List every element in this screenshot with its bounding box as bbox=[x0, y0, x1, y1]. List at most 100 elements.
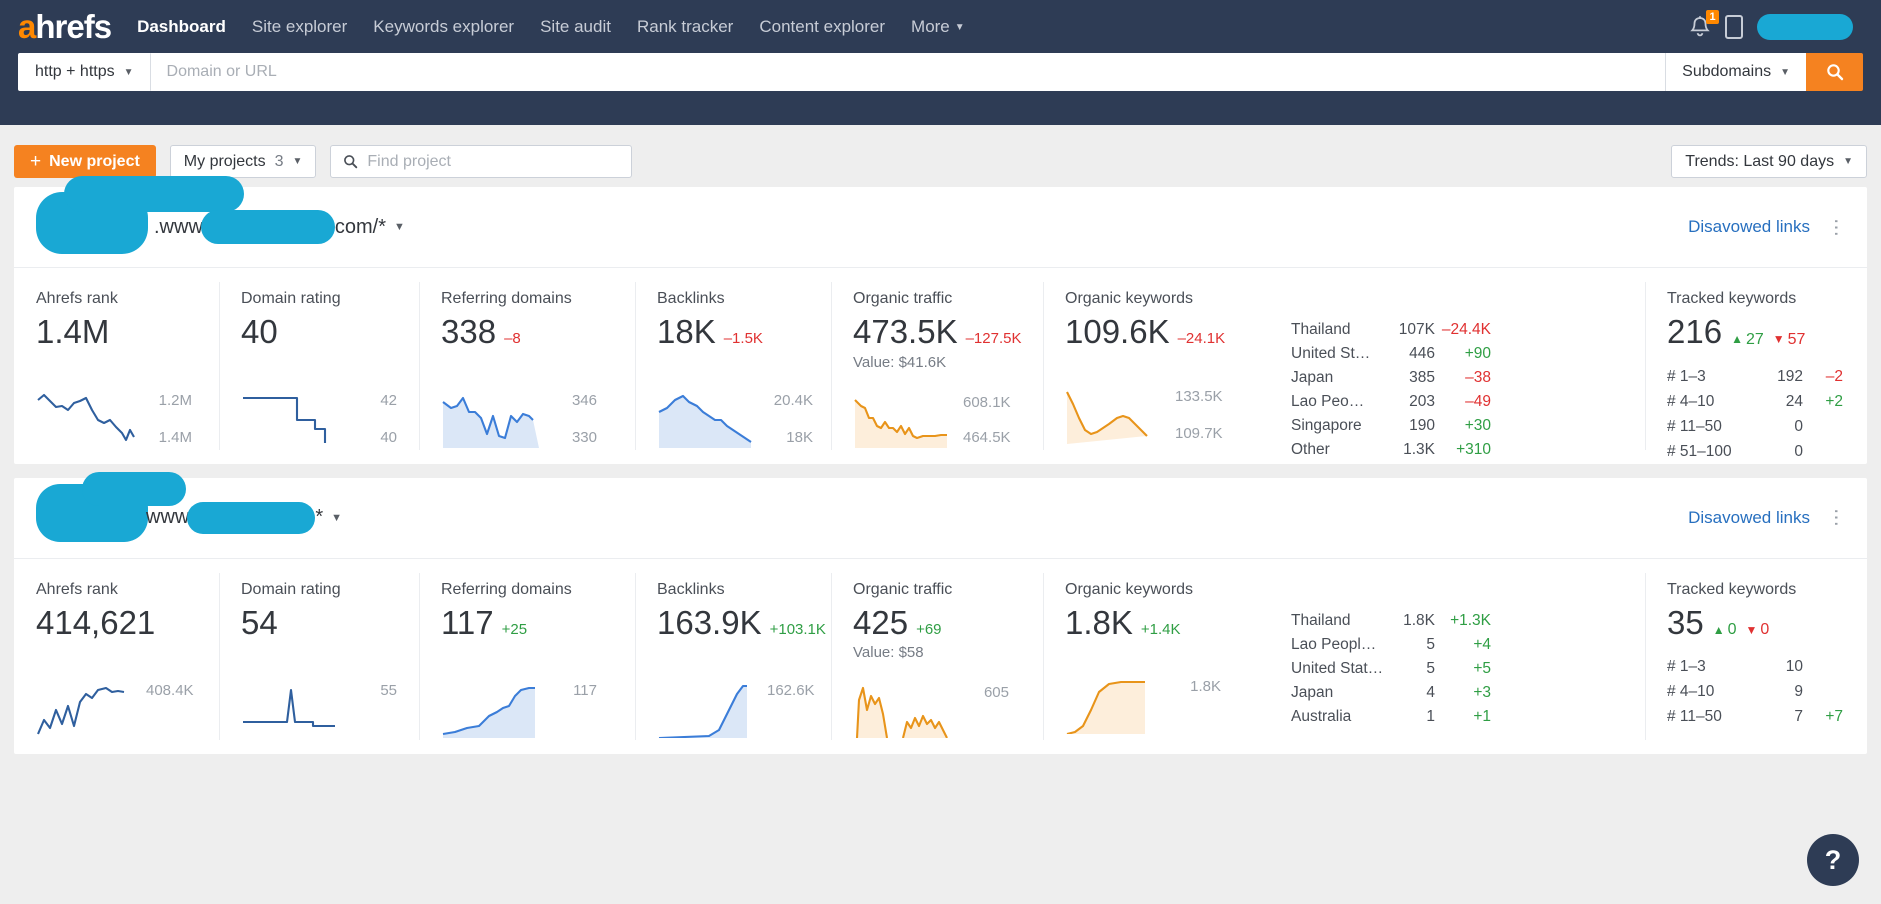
sparkline-organic-traffic bbox=[853, 392, 953, 448]
new-project-button[interactable]: + New project bbox=[14, 145, 156, 178]
table-row: Thailand107K–24.4K bbox=[1291, 318, 1491, 342]
search-input[interactable] bbox=[151, 53, 1666, 91]
sparkline-organic-keywords bbox=[1065, 676, 1165, 734]
disavowed-links-link[interactable]: Disavowed links bbox=[1688, 508, 1810, 528]
table-row: Lao Peo…203–49 bbox=[1291, 390, 1491, 414]
sparkline-wrap: 605 bbox=[853, 682, 1043, 754]
scope-select[interactable]: Subdomains ▼ bbox=[1665, 53, 1806, 91]
search-button[interactable] bbox=[1806, 53, 1863, 91]
country-breakdown-table: Thailand107K–24.4K United St…446+90 Japa… bbox=[1277, 290, 1491, 462]
projects-toolbar: + New project My projects 3 ▼ Trends: La… bbox=[0, 125, 1881, 187]
sparkline-min: 18K bbox=[767, 429, 813, 446]
mobile-app-icon[interactable] bbox=[1725, 15, 1743, 39]
sparkline-wrap: 1.2M 1.4M bbox=[36, 390, 219, 464]
tracked-positions-table: # 1–3192–2 # 4–1024+2 # 11–500 # 51–1000 bbox=[1667, 364, 1867, 464]
tracked-summary: ▲27 ▼57 bbox=[1731, 331, 1805, 348]
redaction-block bbox=[64, 176, 244, 212]
find-project-field[interactable] bbox=[330, 145, 632, 178]
sparkline-wrap: 346 330 bbox=[441, 390, 635, 464]
metric-value: 338 bbox=[441, 314, 496, 350]
main-nav-links: Dashboard Site explorer Keywords explore… bbox=[137, 17, 965, 37]
metric-value: 163.9K bbox=[657, 605, 762, 641]
country-value: 4 bbox=[1387, 681, 1435, 705]
country-value: 446 bbox=[1387, 342, 1435, 366]
position-delta: –2 bbox=[1803, 364, 1843, 389]
position-count: 0 bbox=[1759, 439, 1803, 464]
sparkline-min: 464.5K bbox=[963, 429, 1011, 446]
sparkline-referring-domains bbox=[441, 680, 541, 738]
card-menu-button[interactable]: ⋯ bbox=[1826, 508, 1845, 527]
help-button[interactable]: ? bbox=[1807, 834, 1859, 886]
sparkline-wrap: 1.8K bbox=[1065, 676, 1277, 750]
table-row: Other1.3K+310 bbox=[1291, 438, 1491, 462]
table-row: Japan385–38 bbox=[1291, 366, 1491, 390]
sparkline-wrap: 117 bbox=[441, 680, 635, 754]
nav-item-site-explorer[interactable]: Site explorer bbox=[252, 17, 347, 37]
country-delta: +90 bbox=[1435, 342, 1491, 366]
position-delta: +2 bbox=[1803, 389, 1843, 414]
metric-value: 425 bbox=[853, 605, 908, 641]
sparkline-max: 1.8K bbox=[1175, 678, 1221, 695]
notifications-button[interactable]: 1 bbox=[1689, 15, 1711, 39]
sparkline-max: 42 bbox=[351, 392, 397, 409]
metric-value: 117 bbox=[441, 605, 494, 641]
top-navigation-bar: ahrefs Dashboard Site explorer Keywords … bbox=[0, 0, 1881, 125]
metric-traffic-value: Value: $41.6K bbox=[853, 354, 1043, 371]
metric-label: Organic keywords bbox=[1065, 290, 1277, 308]
project-domain[interactable]: www * ▼ bbox=[36, 478, 342, 558]
ahrefs-logo[interactable]: ahrefs bbox=[18, 10, 111, 43]
sparkline-wrap: 608.1K 464.5K bbox=[853, 392, 1043, 464]
sparkline-max: 55 bbox=[351, 682, 397, 699]
metric-label: Ahrefs rank bbox=[36, 581, 219, 599]
nav-item-content-explorer[interactable]: Content explorer bbox=[759, 17, 885, 37]
tracked-summary: ▲0 ▼0 bbox=[1713, 621, 1770, 638]
sparkline-max: 162.6K bbox=[767, 682, 815, 699]
nav-item-site-audit[interactable]: Site audit bbox=[540, 17, 611, 37]
metric-delta: –127.5K bbox=[966, 331, 1022, 347]
metric-value: 35 bbox=[1667, 605, 1704, 641]
my-projects-count: 3 bbox=[275, 153, 284, 171]
nav-label: Dashboard bbox=[137, 17, 226, 36]
avatar[interactable] bbox=[1757, 14, 1853, 40]
arrow-down-icon: ▼ bbox=[1746, 624, 1758, 637]
metric-traffic-value: Value: $58 bbox=[853, 644, 1043, 661]
metric-value: 1.4M bbox=[36, 314, 109, 350]
my-projects-dropdown[interactable]: My projects 3 ▼ bbox=[170, 145, 317, 178]
find-project-input[interactable] bbox=[367, 153, 619, 171]
table-row: Lao Peopl…5+4 bbox=[1291, 633, 1491, 657]
sparkline-labels: 605 bbox=[963, 682, 1009, 738]
card-menu-button[interactable]: ⋯ bbox=[1826, 218, 1845, 237]
metric-delta: +25 bbox=[502, 622, 527, 638]
protocol-select[interactable]: http + https ▼ bbox=[18, 53, 151, 91]
domain-path: com/* bbox=[335, 216, 386, 239]
position-delta bbox=[1803, 414, 1843, 439]
country-delta: +30 bbox=[1435, 414, 1491, 438]
position-range: # 11–50 bbox=[1667, 414, 1759, 439]
metric-value: 414,621 bbox=[36, 605, 155, 641]
sparkline-wrap: 55 bbox=[241, 680, 419, 754]
sparkline-labels: 42 40 bbox=[351, 390, 397, 448]
project-metrics: Ahrefs rank 1.4M 1.2M 1.4M Domain rating… bbox=[14, 267, 1867, 464]
sparkline-max: 605 bbox=[963, 684, 1009, 701]
nav-item-rank-tracker[interactable]: Rank tracker bbox=[637, 17, 733, 37]
domain-path: * bbox=[315, 506, 323, 529]
nav-item-dashboard[interactable]: Dashboard bbox=[137, 17, 226, 37]
search-icon bbox=[1826, 63, 1844, 81]
sparkline-ahrefs-rank bbox=[36, 390, 136, 448]
metric-delta: +103.1K bbox=[770, 622, 826, 638]
metric-label: Ahrefs rank bbox=[36, 290, 219, 308]
trends-range-dropdown[interactable]: Trends: Last 90 days ▼ bbox=[1671, 145, 1867, 178]
sparkline-labels: 55 bbox=[351, 680, 397, 738]
metric-delta: +1.4K bbox=[1141, 622, 1181, 638]
metric-delta: –24.1K bbox=[1178, 331, 1226, 347]
table-row: Japan4+3 bbox=[1291, 681, 1491, 705]
nav-item-keywords-explorer[interactable]: Keywords explorer bbox=[373, 17, 514, 37]
nav-right-actions: 1 bbox=[1689, 14, 1863, 40]
tracked-up-count: 27 bbox=[1746, 331, 1764, 348]
disavowed-links-link[interactable]: Disavowed links bbox=[1688, 217, 1810, 237]
arrow-up-icon: ▲ bbox=[1713, 624, 1725, 637]
position-count: 0 bbox=[1759, 414, 1803, 439]
project-domain[interactable]: .www com/* ▼ bbox=[36, 187, 405, 267]
sparkline-min: 330 bbox=[551, 429, 597, 446]
nav-item-more[interactable]: More▼ bbox=[911, 17, 965, 37]
